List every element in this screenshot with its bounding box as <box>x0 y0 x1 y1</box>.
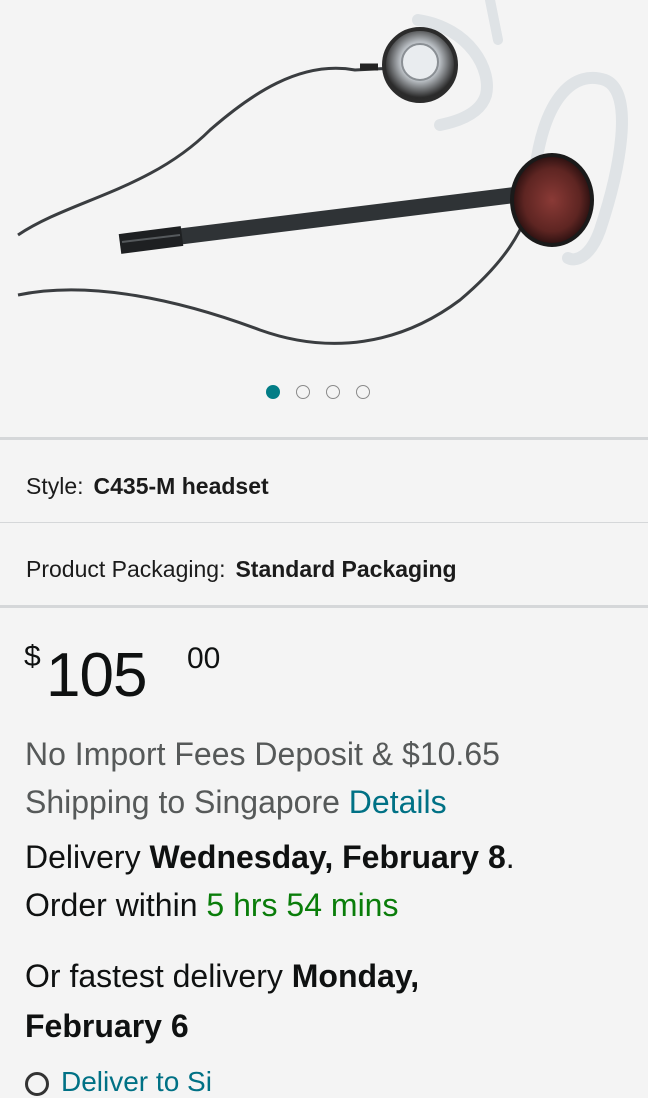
divider <box>0 522 648 523</box>
product-image[interactable] <box>0 0 648 370</box>
carousel-dot-2[interactable] <box>296 385 310 399</box>
shipping-text-line1: No Import Fees Deposit & $10.65 <box>25 736 500 772</box>
packaging-option-row[interactable]: Product Packaging: Standard Packaging <box>26 556 457 583</box>
delivery-prefix: Delivery <box>25 839 141 875</box>
carousel-dot-3[interactable] <box>326 385 340 399</box>
delivery-date: Wednesday, February 8 <box>149 839 506 875</box>
location-pin-icon <box>25 1071 49 1096</box>
style-label: Style: <box>26 473 84 499</box>
style-value: C435-M headset <box>93 473 269 499</box>
headset-image <box>17 0 628 345</box>
divider <box>0 605 648 608</box>
style-option-row[interactable]: Style: C435-M headset <box>26 473 269 500</box>
fastest-date-part1: Monday, <box>291 958 420 994</box>
price-currency-symbol: $ <box>24 640 41 673</box>
delivery-period: . <box>505 839 515 875</box>
shipping-text-line2: Shipping to Singapore <box>25 784 340 820</box>
deliver-to-label: Deliver to Si <box>61 1066 212 1097</box>
order-countdown: 5 hrs 54 mins <box>206 887 399 923</box>
price-fraction: 00 <box>187 642 221 675</box>
fastest-delivery-info: Or fastest delivery Monday, February 6 <box>25 951 635 1051</box>
packaging-value: Standard Packaging <box>235 556 457 582</box>
deliver-to-link[interactable]: Deliver to Si <box>25 1066 212 1097</box>
packaging-label: Product Packaging: <box>26 556 226 582</box>
price-whole: 105 <box>46 641 147 710</box>
fastest-prefix: Or fastest delivery <box>25 958 283 994</box>
shipping-details-link[interactable]: Details <box>349 784 447 820</box>
carousel-dot-4[interactable] <box>356 385 370 399</box>
carousel-dot-1[interactable] <box>266 385 280 399</box>
carousel-dots <box>266 383 370 401</box>
order-within-label: Order within <box>25 887 198 923</box>
shipping-info: No Import Fees Deposit & $10.65 Shipping… <box>25 730 625 826</box>
delivery-info: Delivery Wednesday, February 8. Order wi… <box>25 833 635 929</box>
divider <box>0 437 648 440</box>
fastest-date-part2: February 6 <box>25 1008 189 1044</box>
